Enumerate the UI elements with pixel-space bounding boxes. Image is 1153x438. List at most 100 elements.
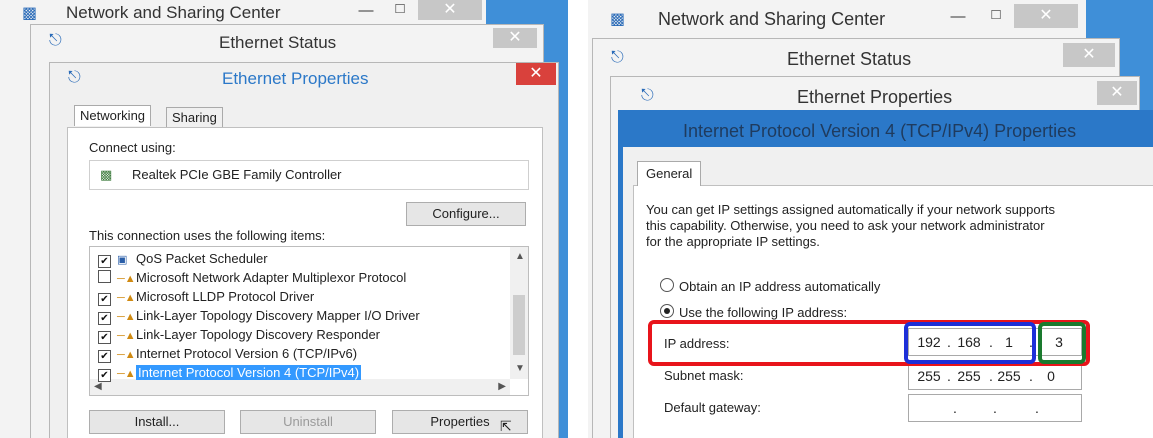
service-icon: ▣ (117, 254, 128, 266)
list-item[interactable]: ✔ ─▲Microsoft LLDP Protocol Driver (98, 289, 314, 308)
window-title: Network and Sharing Center (658, 9, 886, 29)
use-following-ip-radio[interactable]: Use the following IP address: (660, 304, 847, 320)
checkbox-checked[interactable]: ✔ (98, 331, 111, 344)
list-item-label: Microsoft LLDP Protocol Driver (136, 289, 315, 304)
subnet-dot: . (1029, 368, 1033, 384)
general-tab-panel: You can get IP settings assigned automat… (633, 185, 1153, 438)
subnet-octet-3: 255 (997, 368, 1021, 384)
list-item-label: Link-Layer Topology Discovery Mapper I/O… (136, 308, 420, 323)
description-line: this capability. Otherwise, you need to … (646, 218, 1045, 233)
close-button[interactable]: ✕ (418, 0, 482, 20)
obtain-ip-auto-label: Obtain an IP address automatically (679, 279, 881, 294)
tab-sharing[interactable]: Sharing (166, 107, 223, 129)
close-button[interactable]: ✕ (1097, 81, 1137, 105)
ethernet-properties-window: ⎋ Ethernet Properties ✕ Networking Shari… (49, 62, 559, 438)
checkbox-checked[interactable]: ✔ (98, 369, 111, 382)
default-gateway-label: Default gateway: (664, 400, 761, 415)
tab-general[interactable]: General (637, 161, 702, 186)
connect-using-label: Connect using: (89, 140, 176, 155)
list-item-label: Internet Protocol Version 4 (TCP/IPv4) (136, 365, 362, 380)
list-item-label: Link-Layer Topology Discovery Responder (136, 327, 380, 342)
list-item[interactable]: ✔ ─▲ Internet Protocol Version 4 (TCP/IPv4… (98, 365, 362, 384)
list-item[interactable]: ✔ ─▲Internet Protocol Version 6 (TCP/IPv6… (98, 346, 357, 365)
uninstall-button: Uninstall (240, 410, 376, 434)
minimize-button[interactable]: — (944, 8, 972, 25)
scroll-up-arrow[interactable]: ▲ (515, 251, 525, 262)
list-item-label: Internet Protocol Version 6 (TCP/IPv6) (136, 346, 358, 361)
right-screenshot: ▩ Network and Sharing Center — □ ✕ ⎋ Eth… (588, 0, 1153, 438)
obtain-ip-auto-radio[interactable]: Obtain an IP address automatically (660, 278, 880, 294)
subnet-octet-2: 255 (957, 368, 981, 384)
protocol-icon: ─▲ (117, 349, 136, 361)
close-button[interactable]: ✕ (493, 28, 537, 48)
list-item[interactable]: ✔ ▣ QoS Packet Scheduler (98, 251, 268, 270)
items-label: This connection uses the following items… (89, 228, 326, 243)
gateway-dot: . (953, 400, 957, 416)
networking-tab-panel: Connect using: ▩ Realtek PCIe GBE Family… (67, 127, 543, 438)
gateway-dot: . (1035, 400, 1039, 416)
protocol-icon: ─▲ (117, 368, 136, 380)
default-gateway-field[interactable]: . . . (908, 394, 1082, 422)
list-item-label: Microsoft Network Adapter Multiplexor Pr… (136, 270, 407, 285)
close-button[interactable]: ✕ (516, 63, 556, 85)
vertical-scrollbar[interactable]: ▲ ▼ (510, 247, 528, 379)
subnet-octet-1: 255 (917, 368, 941, 384)
protocol-icon: ─▲ (117, 330, 136, 342)
radio-button-icon (660, 278, 674, 292)
network-icon: ▩ (22, 5, 38, 22)
ethernet-icon: ⎋ (641, 87, 654, 104)
scroll-thumb[interactable] (513, 295, 525, 355)
checkbox-checked[interactable]: ✔ (98, 312, 111, 325)
list-item[interactable]: ─▲Microsoft Network Adapter Multiplexor … (98, 270, 406, 289)
checkbox-checked[interactable]: ✔ (98, 293, 111, 306)
description-line: You can get IP settings assigned automat… (646, 202, 1056, 217)
subnet-mask-field[interactable]: 255 . 255 . 255 . 0 (908, 362, 1082, 390)
scroll-down-arrow[interactable]: ▼ (515, 363, 525, 374)
install-button[interactable]: Install... (89, 410, 225, 434)
subnet-dot: . (989, 368, 993, 384)
network-icon: ▩ (610, 11, 626, 28)
host-part-highlight (1038, 322, 1086, 364)
close-button[interactable]: ✕ (1063, 43, 1115, 67)
ethernet-icon: ⎋ (611, 49, 624, 66)
network-adapter-icon: ▩ (100, 167, 113, 182)
subnet-octet-4: 0 (1047, 368, 1055, 384)
window-title: Ethernet Status (219, 33, 337, 52)
subnet-mask-label: Subnet mask: (664, 368, 744, 383)
window-title: Ethernet Properties (797, 87, 953, 107)
list-item[interactable]: ✔ ─▲Link-Layer Topology Discovery Mapper … (98, 308, 420, 327)
use-following-ip-label: Use the following IP address: (679, 305, 848, 320)
ethernet-icon: ⎋ (68, 69, 81, 86)
ipv4-properties-window: Internet Protocol Version 4 (TCP/IPv4) P… (618, 110, 1153, 438)
maximize-button[interactable]: □ (982, 6, 1010, 23)
window-title: Ethernet Properties (222, 69, 369, 88)
checkbox-checked[interactable]: ✔ (98, 350, 111, 363)
window-title: Ethernet Status (787, 49, 912, 69)
configure-button[interactable]: Configure... (406, 202, 526, 226)
components-list[interactable]: ▲ ▼ ◀ ▶ ✔ ▣ QoS Packet Scheduler ─▲Microsof… (89, 246, 529, 396)
adapter-box: ▩ Realtek PCIe GBE Family Controller (89, 160, 529, 190)
scroll-right-arrow[interactable]: ▶ (498, 381, 506, 392)
close-button[interactable]: ✕ (1014, 4, 1078, 28)
tab-networking[interactable]: Networking (74, 105, 152, 126)
left-screenshot: ▩ Network and Sharing Center — □ ✕ ⎋ Eth… (0, 0, 568, 438)
ethernet-icon: ⎋ (49, 32, 62, 49)
minimize-button[interactable]: — (352, 2, 380, 19)
mouse-cursor-icon: ⇱ (500, 418, 512, 434)
window-title: Internet Protocol Version 4 (TCP/IPv4) P… (683, 121, 1077, 141)
radio-button-selected-icon (660, 304, 674, 318)
maximize-button[interactable]: □ (386, 0, 414, 17)
description-line: for the appropriate IP settings. (646, 234, 820, 249)
adapter-name: Realtek PCIe GBE Family Controller (132, 167, 342, 182)
window-title: Network and Sharing Center (66, 3, 281, 22)
list-item-label: QoS Packet Scheduler (136, 251, 268, 266)
protocol-icon: ─▲ (117, 311, 136, 323)
dialog-body: General You can get IP settings assigned… (623, 147, 1153, 438)
subnet-dot: . (947, 368, 951, 384)
checkbox-unchecked[interactable] (98, 270, 111, 283)
network-part-highlight (904, 322, 1036, 364)
list-item[interactable]: ✔ ─▲Link-Layer Topology Discovery Respond… (98, 327, 380, 346)
checkbox-checked[interactable]: ✔ (98, 255, 111, 268)
protocol-icon: ─▲ (117, 292, 136, 304)
gateway-dot: . (993, 400, 997, 416)
